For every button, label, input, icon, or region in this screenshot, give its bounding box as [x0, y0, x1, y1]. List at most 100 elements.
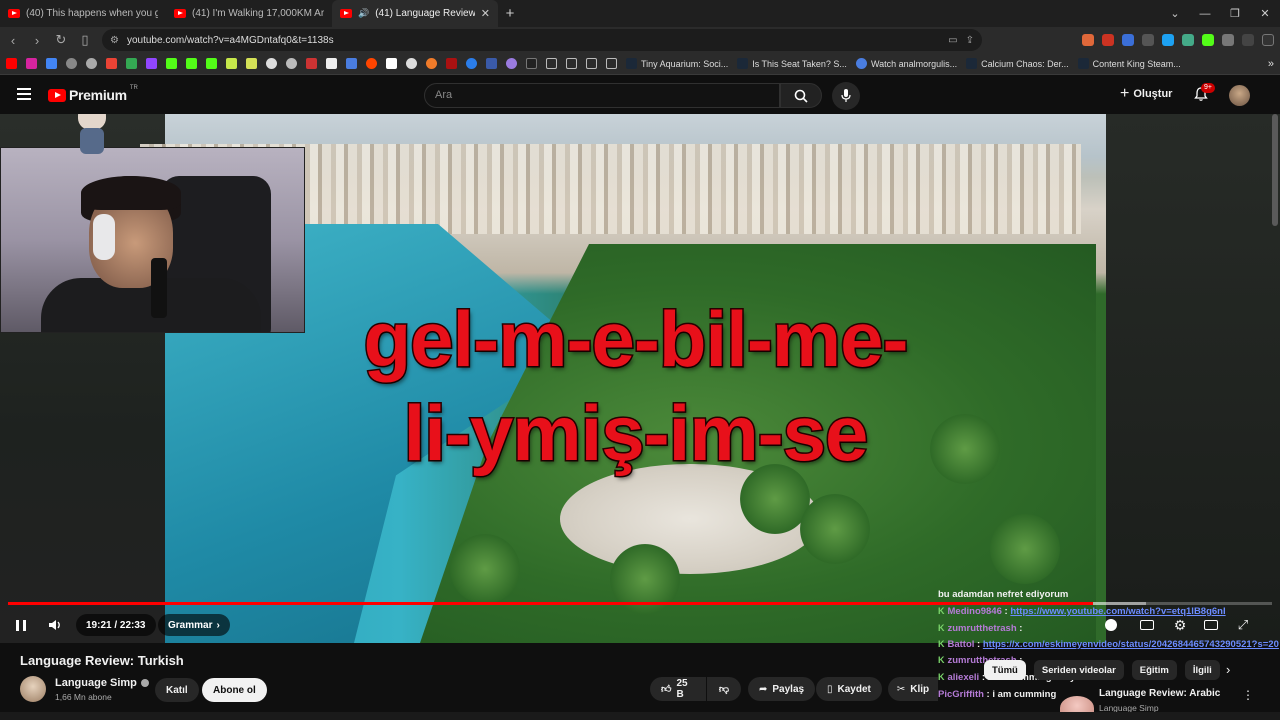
channel-avatar[interactable]: [20, 676, 46, 702]
more-options-icon[interactable]: ⋮: [1242, 688, 1254, 702]
bookmark-item[interactable]: Is This Seat Taken? S...: [737, 58, 847, 69]
bookmark-item[interactable]: Calcium Chaos: Der...: [966, 58, 1069, 69]
bookmark-item[interactable]: Watch analmorgulis...: [855, 58, 957, 69]
menu-icon[interactable]: [1262, 34, 1274, 46]
chip-series[interactable]: Seriden videolar: [1033, 660, 1124, 680]
bookmark-icon[interactable]: [266, 58, 277, 69]
save-button[interactable]: ▯ Kaydet: [816, 677, 882, 701]
clip-button[interactable]: ✂ Klip: [888, 677, 938, 701]
bookmark-icon[interactable]: ▯: [78, 32, 92, 48]
browser-tab-2[interactable]: (41) I'm Walking 17,000KM Around th: [166, 0, 332, 27]
share-arrow-icon: ➦: [759, 683, 768, 695]
gmail-bookmark-icon[interactable]: [106, 58, 117, 69]
volume-button[interactable]: [44, 614, 66, 636]
kick-bookmark-icon[interactable]: [206, 58, 217, 69]
share-label: Paylaş: [772, 683, 805, 695]
chapter-button[interactable]: Grammar ›: [158, 614, 230, 636]
bookmark-item[interactable]: Tiny Aquarium: Soci...: [626, 58, 728, 69]
extension-icon[interactable]: [1142, 34, 1154, 46]
new-tab-button[interactable]: +: [498, 5, 522, 22]
site-info-icon[interactable]: ⚙: [110, 35, 119, 46]
bookmark-icon[interactable]: [526, 58, 537, 69]
folder-icon[interactable]: [566, 58, 577, 69]
search-input[interactable]: Ara: [424, 83, 780, 108]
browser-tab-1[interactable]: (40) This happens when you get clos: [0, 0, 166, 27]
overlay-text-line-1: gel-m-e-bil-me-: [362, 295, 910, 383]
bookmark-icon[interactable]: [86, 58, 97, 69]
menu-icon[interactable]: [17, 88, 31, 100]
create-button[interactable]: + Oluştur: [1120, 85, 1172, 103]
chip-education[interactable]: Eğitim: [1131, 660, 1177, 680]
pause-button[interactable]: [10, 614, 32, 636]
media-controls-icon[interactable]: [1242, 34, 1254, 46]
kick-badge-icon: K: [938, 672, 945, 682]
brave-shield-icon[interactable]: [1082, 34, 1094, 46]
mascot-figure: [74, 114, 110, 160]
x-bookmark-icon[interactable]: [326, 58, 337, 69]
tab-search-icon[interactable]: ⌄: [1160, 7, 1190, 20]
chip-related[interactable]: İlgili: [1184, 660, 1220, 680]
reddit-bookmark-icon[interactable]: [366, 58, 377, 69]
folder-icon[interactable]: [606, 58, 617, 69]
chips-next-icon[interactable]: ›: [1226, 662, 1230, 677]
video-player[interactable]: gel-m-e-bil-me- li-ymiş-im-se 19:21 / 22…: [0, 114, 1280, 643]
browser-tab-active[interactable]: 🔊 (41) Language Review: Turkish ✕: [332, 0, 498, 27]
cast-icon[interactable]: ▭: [948, 35, 957, 46]
extension-icon[interactable]: [1182, 34, 1194, 46]
extension-icon[interactable]: [1122, 34, 1134, 46]
join-button[interactable]: Katıl: [155, 678, 199, 702]
bookmark-icon[interactable]: [226, 58, 237, 69]
minimize-icon[interactable]: —: [1190, 8, 1220, 20]
share-icon[interactable]: ⇪: [966, 35, 974, 46]
subscribe-button[interactable]: Abone ol: [202, 678, 267, 702]
bookmark-icon[interactable]: [406, 58, 417, 69]
page-scrollbar[interactable]: [1272, 114, 1278, 226]
bookmark-icon[interactable]: [486, 58, 497, 69]
ublock-icon[interactable]: [1102, 34, 1114, 46]
like-button[interactable]: 👍︎ 25 B: [650, 677, 706, 701]
youtube-bookmark-icon[interactable]: [6, 58, 17, 69]
bookmarks-more-button[interactable]: »: [1268, 58, 1274, 70]
instagram-bookmark-icon[interactable]: [26, 58, 37, 69]
recommended-title[interactable]: Language Review: Arabic: [1099, 688, 1220, 699]
bookmark-icon[interactable]: [446, 58, 457, 69]
maximize-icon[interactable]: ❐: [1220, 7, 1250, 20]
folder-icon[interactable]: [546, 58, 557, 69]
dislike-button[interactable]: 👎︎: [707, 677, 741, 701]
folder-icon[interactable]: [586, 58, 597, 69]
bookmark-icon[interactable]: [466, 58, 477, 69]
audio-playing-icon[interactable]: 🔊: [358, 8, 369, 19]
forward-icon[interactable]: ›: [30, 33, 44, 48]
extensions-menu-icon[interactable]: [1222, 34, 1234, 46]
voice-search-button[interactable]: [832, 82, 860, 110]
twitch-bookmark-icon[interactable]: [146, 58, 157, 69]
bookmark-icon[interactable]: [306, 58, 317, 69]
extension-icon[interactable]: [1162, 34, 1174, 46]
bookmark-icon[interactable]: [46, 58, 57, 69]
reload-icon[interactable]: ↻: [54, 32, 68, 48]
bookmark-icon[interactable]: [506, 58, 517, 69]
steam-icon: [626, 58, 637, 69]
chip-all[interactable]: Tümü: [984, 660, 1026, 680]
bookmark-icon[interactable]: [246, 58, 257, 69]
channel-name[interactable]: Language Simp: [55, 677, 149, 689]
chat-message: Kzumrutthetrash :: [938, 623, 1023, 634]
close-window-icon[interactable]: ✕: [1250, 7, 1280, 20]
bookmark-icon[interactable]: [346, 58, 357, 69]
bookmark-icon[interactable]: [66, 58, 77, 69]
url-field[interactable]: ⚙ youtube.com/watch?v=a4MGDntafq0&t=1138…: [102, 29, 982, 51]
bookmark-icon[interactable]: [426, 58, 437, 69]
search-button[interactable]: [780, 83, 822, 108]
kick-bookmark-icon[interactable]: [186, 58, 197, 69]
drive-bookmark-icon[interactable]: [126, 58, 137, 69]
share-button[interactable]: ➦ Paylaş: [748, 677, 816, 701]
bookmark-item[interactable]: Content King Steam...: [1077, 58, 1181, 69]
back-icon[interactable]: ‹: [6, 33, 20, 48]
kick-bookmark-icon[interactable]: [166, 58, 177, 69]
account-avatar[interactable]: [1229, 85, 1250, 106]
bookmark-icon[interactable]: [386, 58, 397, 69]
bookmark-icon[interactable]: [286, 58, 297, 69]
youtube-logo[interactable]: Premium TR: [48, 85, 138, 103]
tab-close-icon[interactable]: ✕: [481, 7, 490, 20]
kick-extension-icon[interactable]: [1202, 34, 1214, 46]
